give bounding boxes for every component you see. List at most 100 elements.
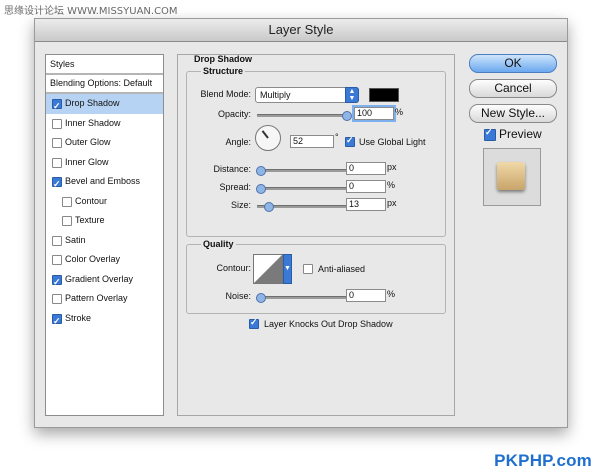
angle-dial-needle <box>261 130 269 139</box>
style-item-checkbox[interactable] <box>52 138 62 148</box>
style-item-drop-shadow[interactable]: Drop Shadow <box>46 94 163 117</box>
styles-list: Styles Blending Options: Default Drop Sh… <box>45 54 164 416</box>
angle-field[interactable]: 52 <box>290 135 334 148</box>
style-item-label: Drop Shadow <box>65 98 120 108</box>
style-item-checkbox[interactable] <box>62 216 72 226</box>
preview-label: Preview <box>499 127 542 141</box>
structure-title: Structure <box>201 66 246 76</box>
blend-mode-value: Multiply <box>260 90 291 100</box>
style-item-checkbox[interactable] <box>52 255 62 265</box>
spread-field[interactable]: 0 <box>346 180 386 193</box>
noise-slider[interactable] <box>256 293 349 303</box>
use-global-light-checkbox[interactable] <box>345 135 355 147</box>
style-item-checkbox[interactable] <box>52 97 62 117</box>
angle-dial[interactable] <box>255 125 281 151</box>
style-preview-swatch <box>497 162 525 190</box>
spread-label: Spread: <box>219 182 251 192</box>
use-global-light-label: Use Global Light <box>359 137 426 147</box>
style-item-label: Pattern Overlay <box>65 293 128 303</box>
spread-slider-thumb[interactable] <box>256 184 266 194</box>
quality-title: Quality <box>201 239 236 249</box>
style-preview-box <box>483 148 541 206</box>
noise-unit: % <box>387 289 396 299</box>
style-item-contour[interactable]: Contour <box>46 192 163 212</box>
style-item-outer-glow[interactable]: Outer Glow <box>46 133 163 153</box>
spread-slider[interactable] <box>256 184 349 194</box>
noise-slider-thumb[interactable] <box>256 293 266 303</box>
style-item-inner-shadow[interactable]: Inner Shadow <box>46 114 163 134</box>
blend-mode-select[interactable]: Multiply ▲ ▼ <box>255 87 359 103</box>
style-item-label: Contour <box>75 195 108 206</box>
drop-shadow-panel: Drop Shadow Structure Blend Mode: Multip… <box>177 54 455 416</box>
contour-curve-icon <box>254 255 282 283</box>
noise-label: Noise: <box>225 291 251 301</box>
style-item-inner-glow[interactable]: Inner Glow <box>46 153 163 173</box>
style-item-bevel-and-emboss[interactable]: Bevel and Emboss <box>46 172 163 195</box>
distance-field[interactable]: 0 <box>346 162 386 175</box>
opacity-label: Opacity: <box>217 109 251 119</box>
style-item-checkbox[interactable] <box>52 273 62 292</box>
style-item-satin[interactable]: Satin <box>46 231 163 251</box>
distance-slider[interactable] <box>256 166 349 176</box>
opacity-unit: % <box>395 107 404 117</box>
spread-unit: % <box>387 180 396 190</box>
shadow-color-swatch[interactable] <box>369 88 399 102</box>
style-item-gradient-overlay[interactable]: Gradient Overlay <box>46 270 163 292</box>
style-item-label: Texture <box>75 215 105 225</box>
section-title-drop-shadow: Drop Shadow <box>194 54 252 64</box>
distance-label: Distance: <box>213 164 251 174</box>
opacity-slider[interactable] <box>257 111 352 121</box>
anti-aliased-label: Anti-aliased <box>318 264 366 274</box>
ok-button[interactable]: OK <box>469 54 557 73</box>
quality-group: Quality Contour: ▼ Anti-aliased Noise: 0… <box>186 239 446 314</box>
distance-slider-thumb[interactable] <box>256 166 266 176</box>
style-item-checkbox[interactable] <box>52 294 62 304</box>
style-item-pattern-overlay[interactable]: Pattern Overlay <box>46 289 163 309</box>
blend-mode-label: Blend Mode: <box>200 89 251 99</box>
size-label: Size: <box>230 200 251 210</box>
style-item-label: Satin <box>65 234 86 245</box>
style-item-checkbox[interactable] <box>52 175 62 195</box>
preview-checkbox[interactable] <box>484 127 496 141</box>
contour-dropdown-arrow[interactable]: ▼ <box>283 254 292 284</box>
style-item-label: Inner Glow <box>65 156 109 167</box>
style-item-checkbox[interactable] <box>52 118 62 129</box>
size-slider-thumb[interactable] <box>263 202 274 212</box>
structure-group: Structure Blend Mode: Multiply ▲ ▼ Opacit… <box>186 66 446 237</box>
size-slider[interactable] <box>257 202 349 212</box>
distance-unit: px <box>387 162 397 172</box>
contour-label: Contour: <box>216 263 251 273</box>
style-item-label: Stroke <box>65 312 92 323</box>
style-item-label: Outer Glow <box>65 137 111 147</box>
contour-picker[interactable] <box>253 254 283 284</box>
style-item-label: Inner Shadow <box>65 117 121 128</box>
style-item-stroke[interactable]: Stroke <box>46 309 163 331</box>
style-item-label: Gradient Overlay <box>65 273 134 284</box>
style-item-checkbox[interactable] <box>62 196 72 207</box>
styles-header[interactable]: Styles <box>46 55 163 75</box>
blending-options-item[interactable]: Blending Options: Default <box>46 75 163 94</box>
opacity-slider-thumb[interactable] <box>342 111 352 121</box>
noise-field[interactable]: 0 <box>346 289 386 302</box>
anti-aliased-checkbox[interactable] <box>303 264 313 274</box>
angle-unit: ° <box>335 132 339 142</box>
style-item-checkbox[interactable] <box>52 157 62 168</box>
size-unit: px <box>387 198 397 208</box>
opacity-field[interactable]: 100 <box>354 107 394 120</box>
layer-knocks-out-checkbox[interactable] <box>249 317 259 329</box>
layer-knocks-out-label: Layer Knocks Out Drop Shadow <box>264 319 393 329</box>
style-item-texture[interactable]: Texture <box>46 211 163 231</box>
style-item-checkbox[interactable] <box>52 312 62 331</box>
watermark-bottom: PKPHP.com <box>494 451 592 470</box>
new-style-button[interactable]: New Style... <box>469 104 557 123</box>
angle-label: Angle: <box>225 137 251 147</box>
style-item-checkbox[interactable] <box>52 235 62 246</box>
size-field[interactable]: 13 <box>346 198 386 211</box>
style-item-label: Bevel and Emboss <box>65 176 141 186</box>
window-title: Layer Style <box>35 19 567 42</box>
cancel-button[interactable]: Cancel <box>469 79 557 98</box>
layer-style-dialog: Layer Style Styles Blending Options: Def… <box>34 18 568 428</box>
style-item-label: Color Overlay <box>65 254 121 264</box>
chevron-updown-icon: ▲ ▼ <box>345 87 359 103</box>
style-item-color-overlay[interactable]: Color Overlay <box>46 250 163 270</box>
